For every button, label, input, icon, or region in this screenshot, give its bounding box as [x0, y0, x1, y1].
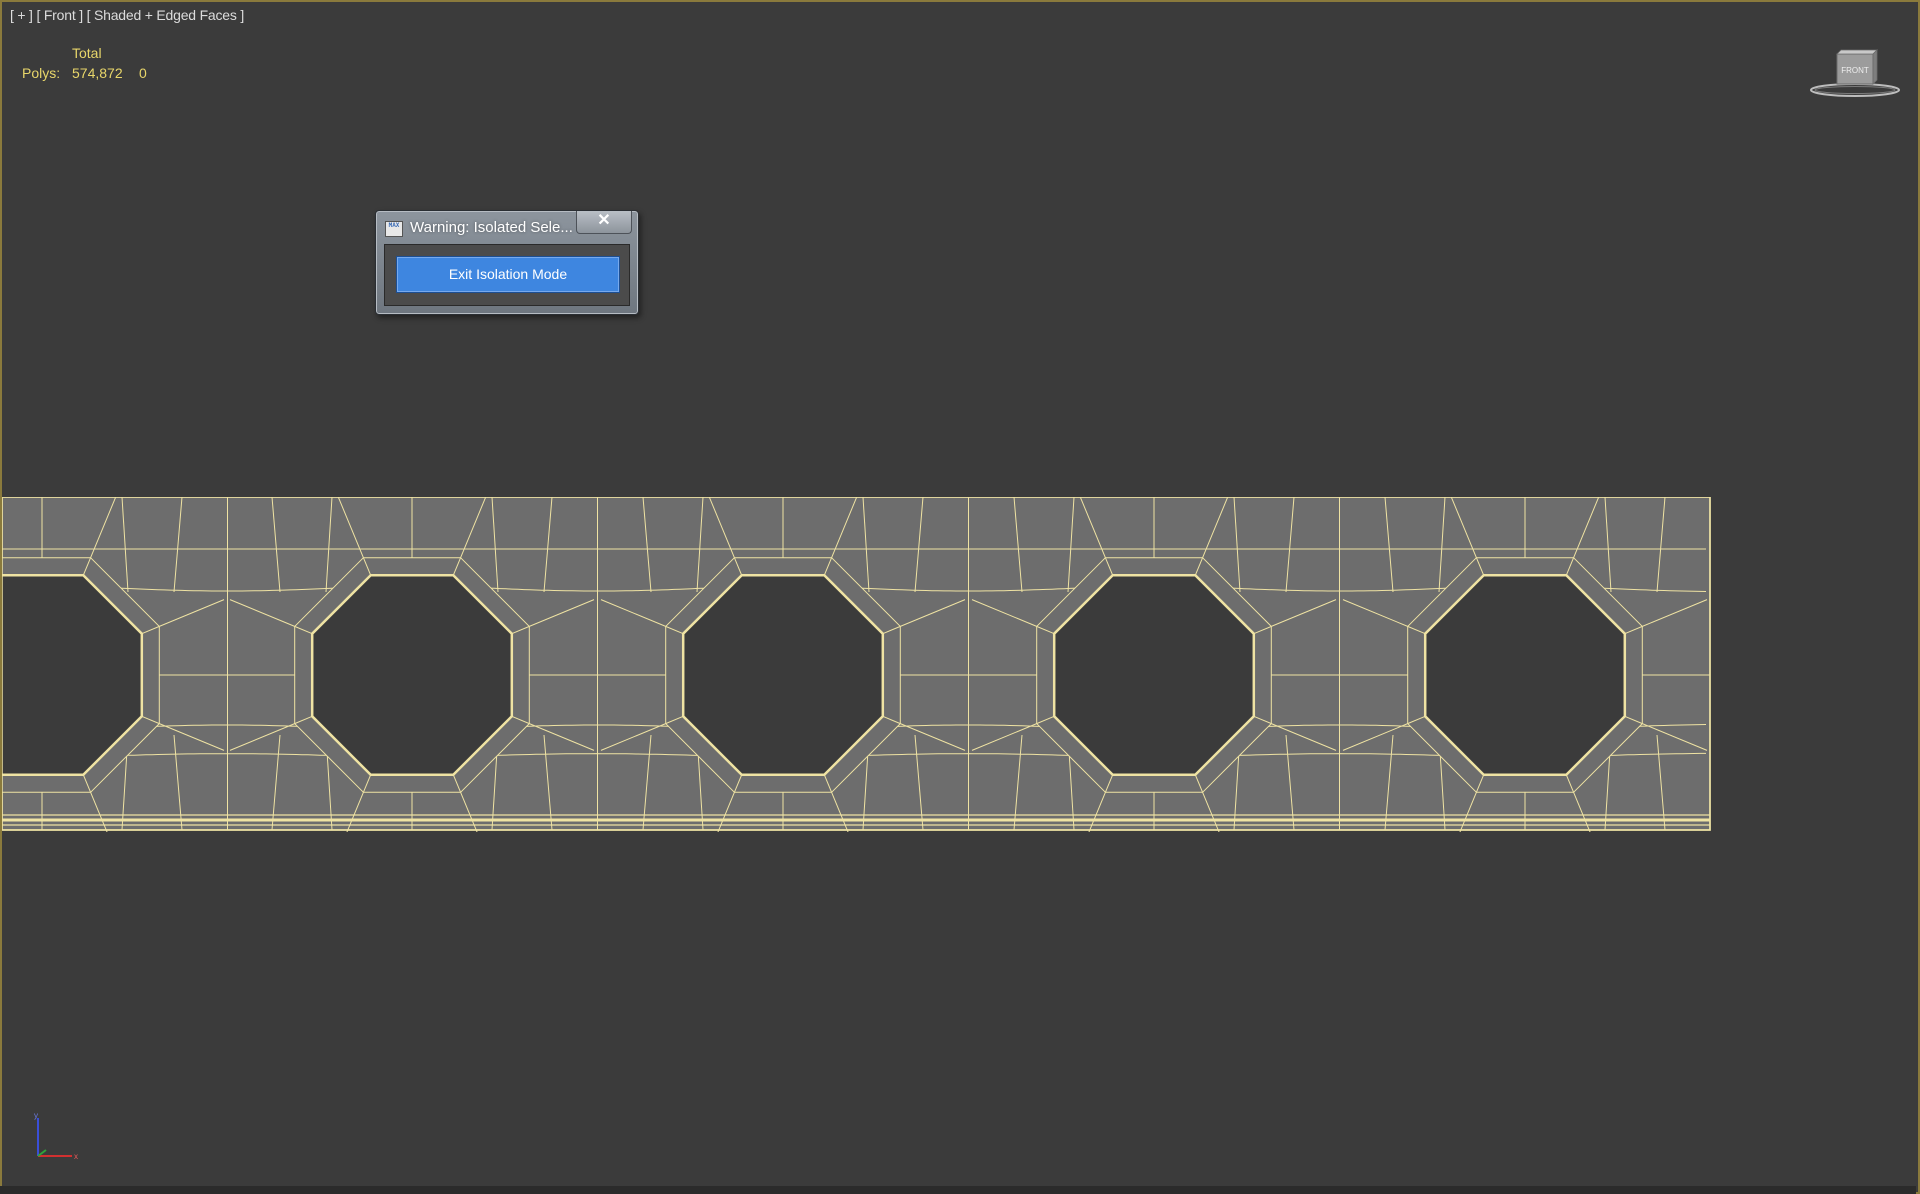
dialog-title: Warning: Isolated Sele...: [410, 219, 573, 236]
mesh-hole-2: [310, 573, 514, 777]
mesh-hole-3: [681, 573, 885, 777]
mesh-object[interactable]: [2, 497, 1712, 832]
viewcube-ring[interactable]: [1810, 83, 1900, 97]
viewport-label: [ + ] [ Front ] [ Shaded + Edged Faces ]: [10, 7, 244, 23]
mesh-hole-5: [1423, 573, 1627, 777]
axis-y-label: y: [34, 1111, 38, 1120]
stats-polys-label: Polys:: [22, 65, 61, 81]
axis-x-label: x: [74, 1152, 78, 1161]
viewcube-face-label[interactable]: FRONT: [1841, 66, 1869, 75]
viewport-view-menu[interactable]: [ Front ]: [36, 7, 83, 23]
viewport-menu-plus[interactable]: [ + ]: [10, 7, 33, 23]
exit-isolation-mode-button[interactable]: Exit Isolation Mode: [396, 256, 620, 293]
stats-polys-total: 574,872: [72, 65, 123, 81]
stats-total-header: Total: [72, 45, 102, 61]
stats-polys-selected: 0: [139, 65, 147, 81]
viewport-shading-menu[interactable]: [ Shaded + Edged Faces ]: [87, 7, 245, 23]
isolation-warning-dialog: MAX Warning: Isolated Sele... ✕ Exit Iso…: [375, 210, 639, 315]
front-viewport[interactable]: [ + ] [ Front ] [ Shaded + Edged Faces ]…: [0, 0, 1920, 1194]
mesh-hole-4: [1052, 573, 1256, 777]
dialog-titlebar[interactable]: MAX Warning: Isolated Sele... ✕: [376, 211, 638, 241]
dialog-body: Exit Isolation Mode: [384, 244, 630, 306]
bottom-status-strip: [0, 1186, 1916, 1194]
close-icon[interactable]: ✕: [576, 211, 632, 234]
viewcube-icon[interactable]: FRONT: [1808, 48, 1902, 102]
axis-tripod-icon: y x: [34, 1111, 78, 1161]
app-logo-icon: MAX: [385, 221, 403, 237]
